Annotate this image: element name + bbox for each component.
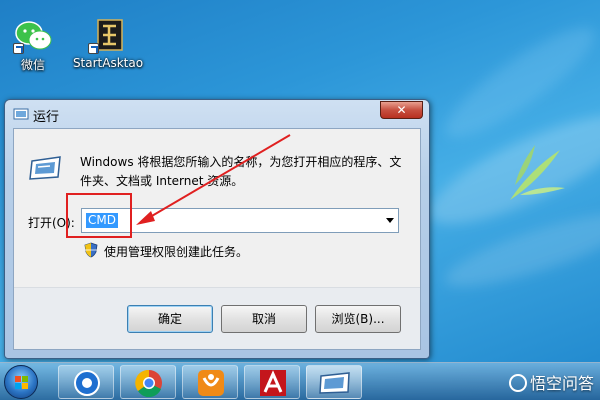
uac-shield-icon bbox=[84, 242, 98, 258]
run-icon bbox=[13, 108, 29, 120]
shortcut-arrow-icon bbox=[88, 43, 99, 54]
admin-privilege-note: 使用管理权限创建此任务。 bbox=[104, 245, 249, 259]
watermark: 悟空问答 bbox=[508, 370, 594, 394]
desktop-icon-label: StartAsktao bbox=[72, 56, 144, 70]
dropdown-arrow-icon[interactable] bbox=[386, 218, 394, 223]
taskbar-item-uc-browser[interactable] bbox=[182, 365, 238, 399]
taskbar-item-chrome[interactable] bbox=[120, 365, 176, 399]
bamboo-leaf-icon bbox=[510, 145, 565, 200]
shortcut-arrow-icon bbox=[13, 43, 24, 54]
run-dialog-icon bbox=[319, 372, 350, 394]
dialog-titlebar[interactable]: 运行 ✕ bbox=[5, 100, 429, 128]
media-player-icon bbox=[74, 370, 100, 396]
taskbar-item-acrobat[interactable] bbox=[244, 365, 300, 399]
uc-browser-icon bbox=[198, 370, 224, 396]
dialog-description: Windows 将根据您所输入的名称，为您打开相应的程序、文件夹、文档或 Int… bbox=[80, 155, 402, 188]
chrome-icon bbox=[135, 369, 162, 398]
dialog-client-area: Windows 将根据您所输入的名称，为您打开相应的程序、文件夹、文档或 Int… bbox=[13, 128, 421, 350]
run-program-icon bbox=[29, 156, 61, 180]
acrobat-icon bbox=[260, 370, 286, 396]
desktop-icon-label: 微信 bbox=[20, 58, 45, 72]
cancel-button[interactable]: 取消 bbox=[221, 305, 307, 333]
desktop-icon-startasktao[interactable]: StartAsktao bbox=[68, 18, 148, 70]
browse-button[interactable]: 浏览(B)... bbox=[315, 305, 401, 333]
desktop-icon-wechat[interactable]: 微信 bbox=[0, 18, 73, 73]
annotation-highlight-box bbox=[66, 193, 132, 238]
windows-logo-icon bbox=[15, 376, 28, 389]
taskbar-item-media-player[interactable] bbox=[58, 365, 114, 399]
close-button[interactable]: ✕ bbox=[380, 101, 423, 119]
taskbar-item-run[interactable] bbox=[306, 365, 362, 399]
asktao-game-icon bbox=[88, 18, 128, 54]
dialog-title: 运行 bbox=[33, 110, 60, 125]
wukong-logo-icon bbox=[508, 374, 527, 392]
watermark-text: 悟空问答 bbox=[529, 374, 594, 393]
wechat-icon bbox=[13, 18, 53, 54]
start-button[interactable] bbox=[4, 365, 38, 399]
ok-button[interactable]: 确定 bbox=[127, 305, 213, 333]
